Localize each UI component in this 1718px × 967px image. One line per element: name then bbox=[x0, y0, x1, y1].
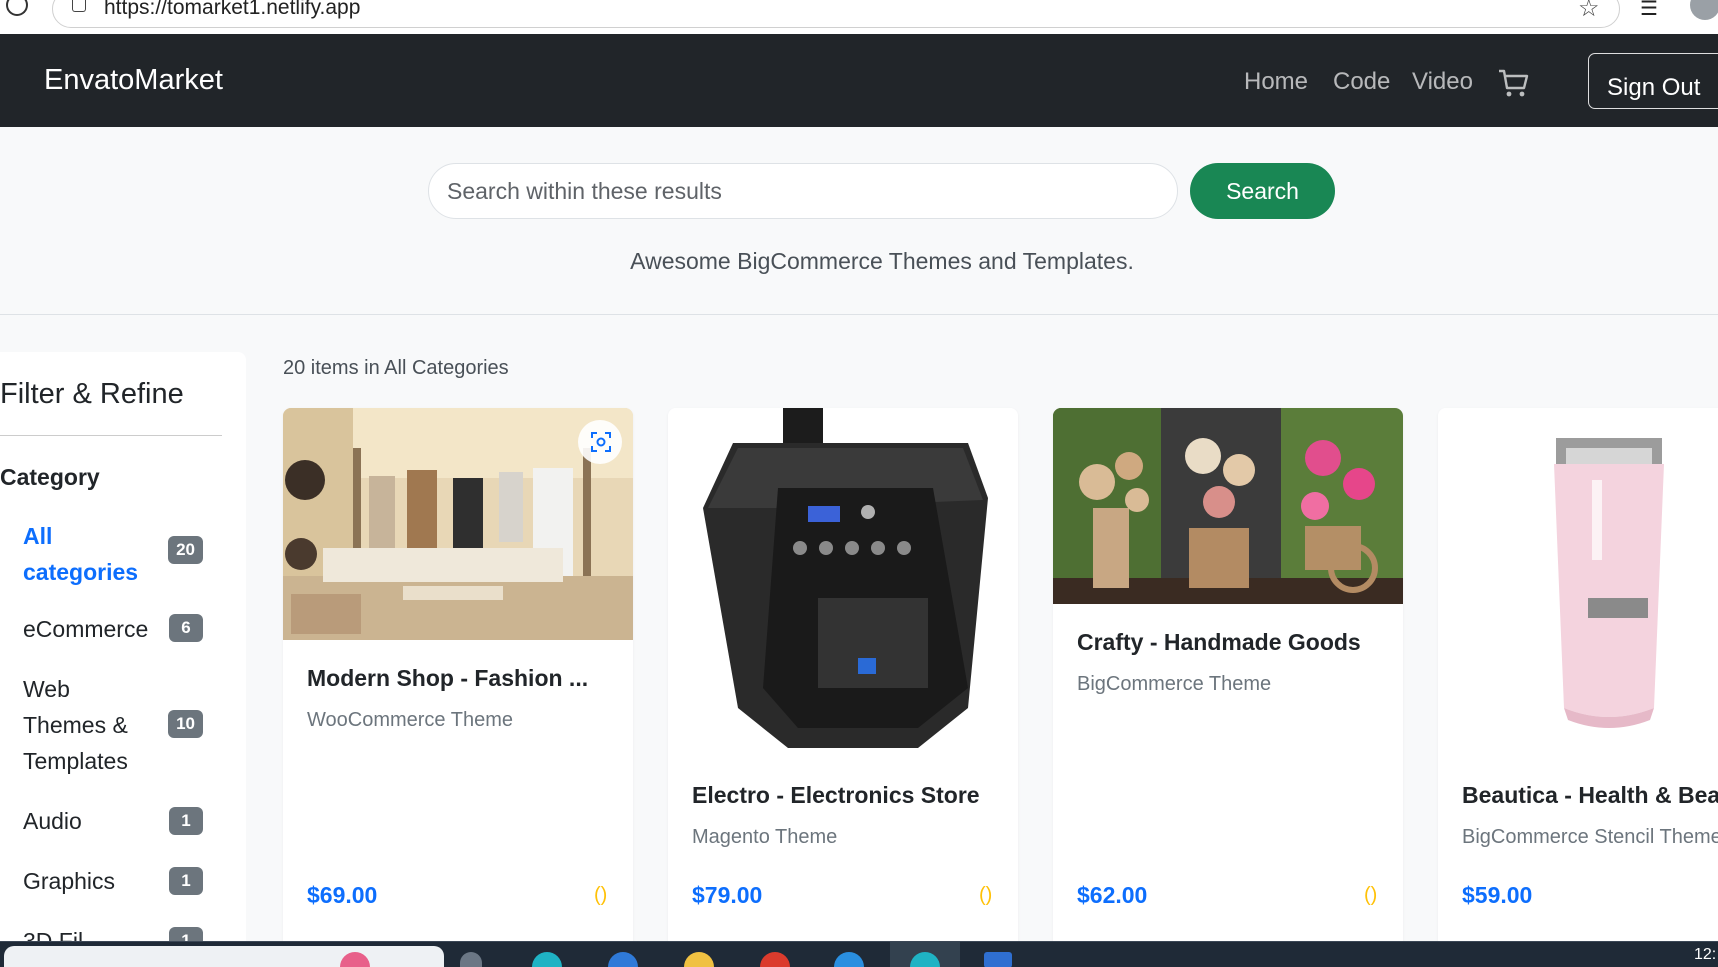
filter-divider bbox=[0, 435, 222, 436]
category-label: eCommerce bbox=[23, 616, 149, 642]
category-audio[interactable]: Audio 1 bbox=[23, 803, 203, 839]
category-label: Web Themes & Templates bbox=[23, 676, 128, 774]
product-card[interactable]: Beautica - Health & Beauty BigCommerce S… bbox=[1438, 408, 1718, 967]
product-subtitle: BigCommerce Theme bbox=[1077, 673, 1272, 695]
product-subtitle: Magento Theme bbox=[692, 826, 838, 848]
edge-icon[interactable] bbox=[532, 952, 562, 967]
category-count-badge: 10 bbox=[168, 710, 203, 738]
product-rating: () bbox=[1364, 884, 1378, 906]
chrome-icon[interactable] bbox=[760, 952, 790, 967]
visual-search-icon[interactable] bbox=[589, 430, 613, 454]
category-heading: Category bbox=[0, 464, 100, 490]
sign-out-button[interactable]: Sign Out bbox=[1588, 53, 1718, 109]
taskbar-search[interactable] bbox=[4, 946, 444, 967]
product-rating: () bbox=[594, 884, 608, 906]
site-info-icon[interactable] bbox=[72, 0, 86, 12]
page: https://tomarket1.netlify.app ☆ ☰ Envato… bbox=[0, 0, 1718, 967]
category-label: All categories bbox=[23, 523, 139, 585]
filter-title: Filter & Refine bbox=[0, 378, 184, 410]
reload-icon[interactable] bbox=[6, 0, 28, 16]
product-price: $62.00 bbox=[1077, 882, 1148, 908]
brand-logo[interactable]: EnvatoMarket bbox=[44, 64, 223, 97]
category-label: Audio bbox=[23, 808, 82, 834]
category-label: Graphics bbox=[23, 868, 116, 894]
product-card[interactable]: Electro - Electronics Store Magento Them… bbox=[668, 408, 1018, 967]
product-image[interactable] bbox=[668, 408, 1018, 758]
section-divider bbox=[0, 314, 1718, 315]
product-title[interactable]: Electro - Electronics Store bbox=[692, 782, 1012, 809]
category-web-themes[interactable]: Web Themes & Templates 10 bbox=[23, 671, 203, 779]
reading-list-icon[interactable]: ☰ bbox=[1640, 0, 1658, 21]
search-input[interactable] bbox=[428, 163, 1178, 219]
product-image[interactable] bbox=[1438, 408, 1718, 758]
nav-home-link[interactable]: Home bbox=[1244, 68, 1308, 96]
product-card[interactable]: Crafty - Handmade Goods BigCommerce Them… bbox=[1053, 408, 1403, 967]
category-ecommerce[interactable]: eCommerce 6 bbox=[23, 611, 203, 647]
category-graphics[interactable]: Graphics 1 bbox=[23, 863, 203, 899]
folder-icon[interactable] bbox=[684, 952, 714, 967]
os-taskbar: 12: bbox=[0, 941, 1718, 967]
product-price: $59.00 bbox=[1462, 882, 1533, 908]
product-image[interactable] bbox=[283, 408, 633, 640]
star-icon[interactable]: ☆ bbox=[1578, 0, 1600, 23]
search-button[interactable]: Search bbox=[1190, 163, 1335, 219]
navbar: EnvatoMarket Home Code Video Sign Out bbox=[0, 34, 1718, 127]
product-title[interactable]: Beautica - Health & Beauty bbox=[1462, 782, 1718, 809]
category-count-badge: 20 bbox=[168, 536, 203, 564]
product-rating: () bbox=[979, 884, 993, 906]
category-count-badge: 1 bbox=[169, 807, 203, 835]
product-card[interactable]: Modern Shop - Fashion ... WooCommerce Th… bbox=[283, 408, 633, 967]
nav-code-link[interactable]: Code bbox=[1333, 68, 1390, 96]
category-all[interactable]: All categories 20 bbox=[23, 518, 203, 590]
category-count-badge: 1 bbox=[169, 867, 203, 895]
task-view-icon[interactable] bbox=[460, 952, 482, 967]
browser-toolbar: https://tomarket1.netlify.app ☆ ☰ bbox=[0, 0, 1718, 34]
azure-icon[interactable] bbox=[608, 952, 638, 967]
profile-icon[interactable] bbox=[1690, 0, 1718, 20]
category-count-badge: 6 bbox=[169, 614, 203, 642]
product-title[interactable]: Crafty - Handmade Goods bbox=[1077, 629, 1397, 656]
product-subtitle: WooCommerce Theme bbox=[307, 709, 513, 731]
url-text[interactable]: https://tomarket1.netlify.app bbox=[104, 0, 360, 20]
nav-video-link[interactable]: Video bbox=[1412, 68, 1473, 96]
product-price: $69.00 bbox=[307, 882, 378, 908]
product-image[interactable] bbox=[1053, 408, 1403, 604]
vscode-icon[interactable] bbox=[834, 952, 864, 967]
hero-tagline: Awesome BigCommerce Themes and Templates… bbox=[630, 248, 1134, 274]
results-count: 20 items in All Categories bbox=[283, 357, 509, 379]
product-price: $79.00 bbox=[692, 882, 763, 908]
product-title[interactable]: Modern Shop - Fashion ... bbox=[307, 665, 607, 692]
cart-icon[interactable] bbox=[1497, 68, 1529, 98]
taskbar-clock[interactable]: 12: bbox=[1694, 946, 1716, 964]
product-subtitle: BigCommerce Stencil Theme bbox=[1462, 826, 1718, 848]
calendar-icon[interactable] bbox=[984, 952, 1012, 967]
